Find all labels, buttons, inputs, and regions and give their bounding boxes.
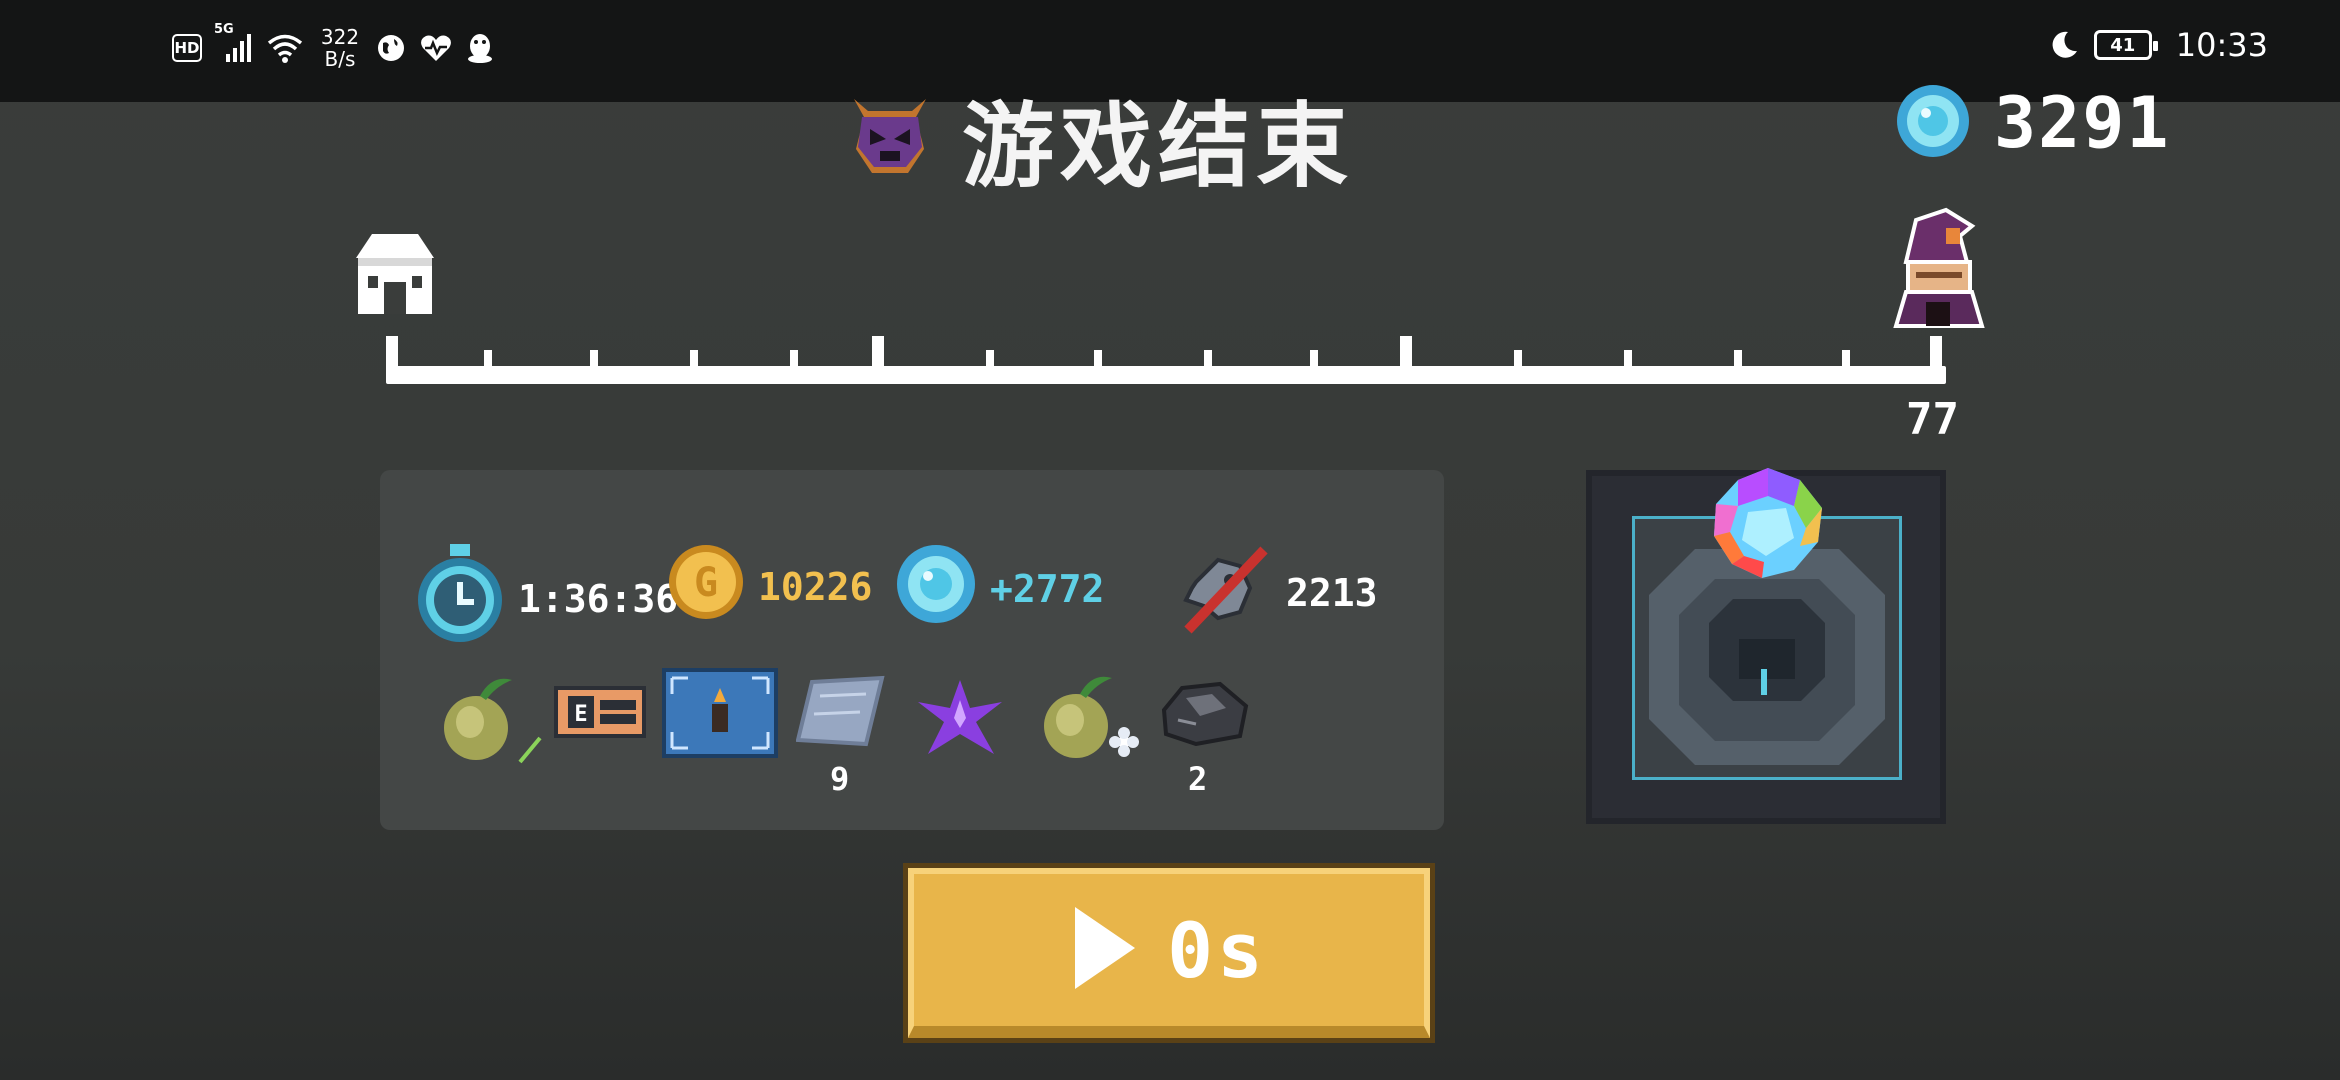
hd-icon: HD [172, 34, 202, 62]
progress-tick [1514, 350, 1522, 368]
network-type-label: 5G [214, 22, 234, 37]
status-bar-right: 41 10:33 [2048, 26, 2268, 64]
svg-text:E: E [574, 702, 587, 727]
progress-tick [1204, 350, 1212, 368]
stat-gems: +2772 [894, 542, 1104, 635]
item-purple-crystal[interactable] [914, 678, 1006, 762]
progress-tick-major [386, 336, 398, 368]
signal-icon: 5G [214, 22, 252, 64]
blue-gem-icon [894, 542, 978, 635]
item-seed-sprout-1[interactable] [436, 666, 546, 770]
rainbow-crystal-icon [1708, 466, 1828, 586]
progress-tick-major [872, 336, 884, 368]
network-speed-unit: B/s [324, 47, 356, 71]
game-over-header: 游戏结束 [842, 72, 1354, 205]
continue-button[interactable]: 0s [908, 868, 1430, 1038]
blue-gem-icon [1894, 82, 1972, 164]
progress-tick-major [1930, 336, 1942, 368]
game-over-title: 游戏结束 [962, 93, 1355, 200]
item-seed-sprout-2[interactable] [1034, 666, 1146, 770]
wifi-icon [266, 32, 304, 64]
item-ore-count: 2 [1188, 760, 1208, 798]
progress-tick [484, 350, 492, 368]
network-speed-value: 322 [320, 25, 360, 49]
item-cloth[interactable] [795, 674, 886, 752]
stat-kills-value: 2213 [1286, 570, 1378, 615]
network-speed: 322 B/s [318, 26, 362, 70]
item-card[interactable]: E [554, 686, 646, 742]
stat-gold: G 10226 [666, 542, 872, 631]
clock: 10:33 [2175, 26, 2268, 64]
play-icon [1071, 905, 1137, 995]
reward-chest-box[interactable] [1586, 468, 1946, 824]
stat-gold-value: 10226 [758, 564, 873, 609]
item-cloth-count: 9 [830, 760, 850, 798]
stopwatch-icon [414, 542, 506, 655]
status-bar-left: HD 5G 322 B/s [172, 22, 494, 70]
progress-tick [1094, 350, 1102, 368]
progress-tick [1734, 350, 1742, 368]
moon-icon [2048, 29, 2080, 61]
stat-kills: 2213 [1178, 542, 1378, 643]
battery-icon: 41 [2093, 30, 2158, 60]
health-heart-icon [420, 34, 452, 62]
progress-tick-major [1400, 336, 1412, 368]
progress-tick [590, 350, 598, 368]
stat-time-value: 1:36:36 [518, 576, 679, 621]
wizard-character-icon [1886, 206, 1990, 334]
globe-icon [376, 33, 406, 63]
stat-gems-value: +2772 [990, 566, 1105, 611]
svg-text:G: G [694, 560, 718, 606]
progress-tick [1624, 350, 1632, 368]
level-label: 77 [1906, 394, 1959, 445]
progress-tick [1842, 350, 1850, 368]
slain-enemy-icon [1178, 542, 1274, 643]
continue-button-label: 0s [1167, 905, 1267, 995]
item-ore[interactable] [1156, 680, 1250, 750]
gold-coin-icon: G [666, 542, 746, 631]
item-blueprint[interactable] [662, 668, 778, 762]
home-icon [350, 226, 440, 326]
progress-tick [986, 350, 994, 368]
stat-time: 1:36:36 [414, 542, 678, 655]
progress-track [386, 366, 1946, 384]
demon-mask-icon [842, 89, 938, 189]
progress-tick [790, 350, 798, 368]
gem-total-value: 3291 [1994, 82, 2171, 164]
gem-total: 3291 [1894, 82, 2171, 164]
qq-penguin-icon [466, 32, 494, 64]
progress-tick [1310, 350, 1318, 368]
progress-tick [690, 350, 698, 368]
